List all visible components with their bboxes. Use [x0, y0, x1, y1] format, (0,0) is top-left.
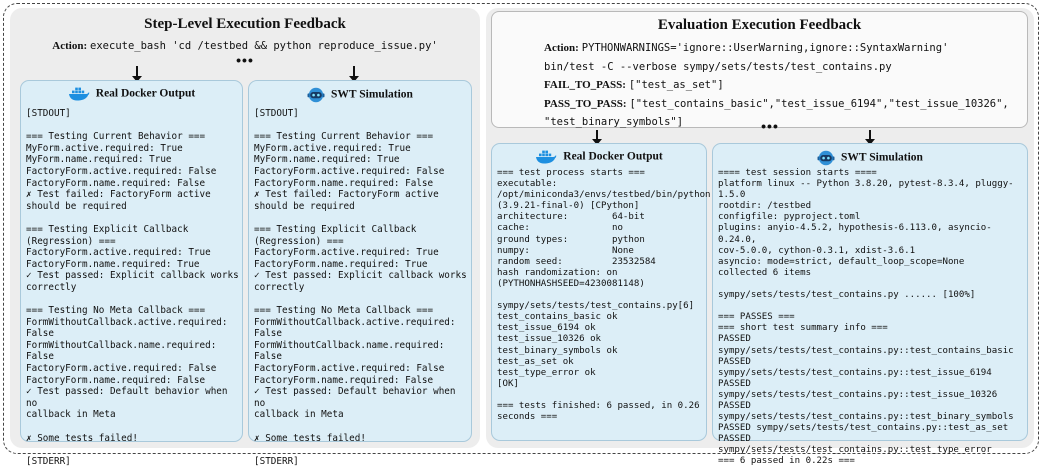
- evaluation-header: Evaluation Execution Feedback Action: PY…: [491, 11, 1028, 134]
- step-level-title: Step-Level Execution Feedback: [144, 16, 346, 32]
- docker-output-text: [STDOUT] === Testing Current Behavior ==…: [26, 108, 239, 467]
- docker-whale-icon: [68, 87, 89, 101]
- docker-box-title: Real Docker Output: [563, 150, 663, 163]
- ellipsis: •••: [761, 118, 779, 134]
- arrow-to-swt: [865, 130, 875, 145]
- evaluation-title: Evaluation Execution Feedback: [657, 17, 862, 33]
- ellipsis: •••: [236, 52, 254, 68]
- swt-box-title: SWT Simulation: [331, 88, 413, 101]
- robot-head-icon: [307, 87, 325, 103]
- docker-box-title: Real Docker Output: [95, 87, 196, 100]
- arrow-to-swt: [349, 66, 359, 82]
- swt-box-title: SWT Simulation: [841, 151, 923, 164]
- step-level-action: Action: execute_bash 'cd /testbed && pyt…: [10, 40, 480, 52]
- pass-to-pass: PASS_TO_PASS: ["test_contains_basic","te…: [544, 97, 1009, 110]
- swt-simulation-box: SWT Simulation ==== test session starts …: [712, 143, 1028, 466]
- swt-output-text: ==== test session starts ==== platform l…: [718, 168, 1014, 467]
- swt-output-text: [STDOUT] === Testing Current Behavior ==…: [254, 108, 467, 467]
- evaluation-action-continued: bin/test -C --verbose sympy/sets/tests/t…: [544, 60, 892, 73]
- arrow-to-docker: [132, 66, 142, 82]
- docker-whale-icon: [536, 150, 557, 164]
- evaluation-action: Action: PYTHONWARNINGS='ignore::UserWarn…: [544, 42, 949, 54]
- docker-output-box: Real Docker Output === test process star…: [491, 143, 711, 441]
- action-label: Action:: [52, 40, 88, 52]
- evaluation-panel: Evaluation Execution Feedback Action: PY…: [486, 8, 1034, 466]
- fail-to-pass: FAIL_TO_PASS: ["test_as_set"]: [544, 79, 724, 91]
- step-level-panel: Step-Level Execution Feedback Action: ex…: [10, 8, 480, 467]
- robot-head-icon: [817, 150, 835, 166]
- docker-output-text: === test process starts === executable: …: [497, 168, 711, 423]
- docker-output-box: Real Docker Output [STDOUT] === Testing …: [20, 80, 243, 467]
- arrow-to-docker: [592, 130, 602, 145]
- swt-simulation-box: SWT Simulation [STDOUT] === Testing Curr…: [248, 80, 472, 467]
- action-command: execute_bash 'cd /testbed && python repr…: [90, 40, 438, 52]
